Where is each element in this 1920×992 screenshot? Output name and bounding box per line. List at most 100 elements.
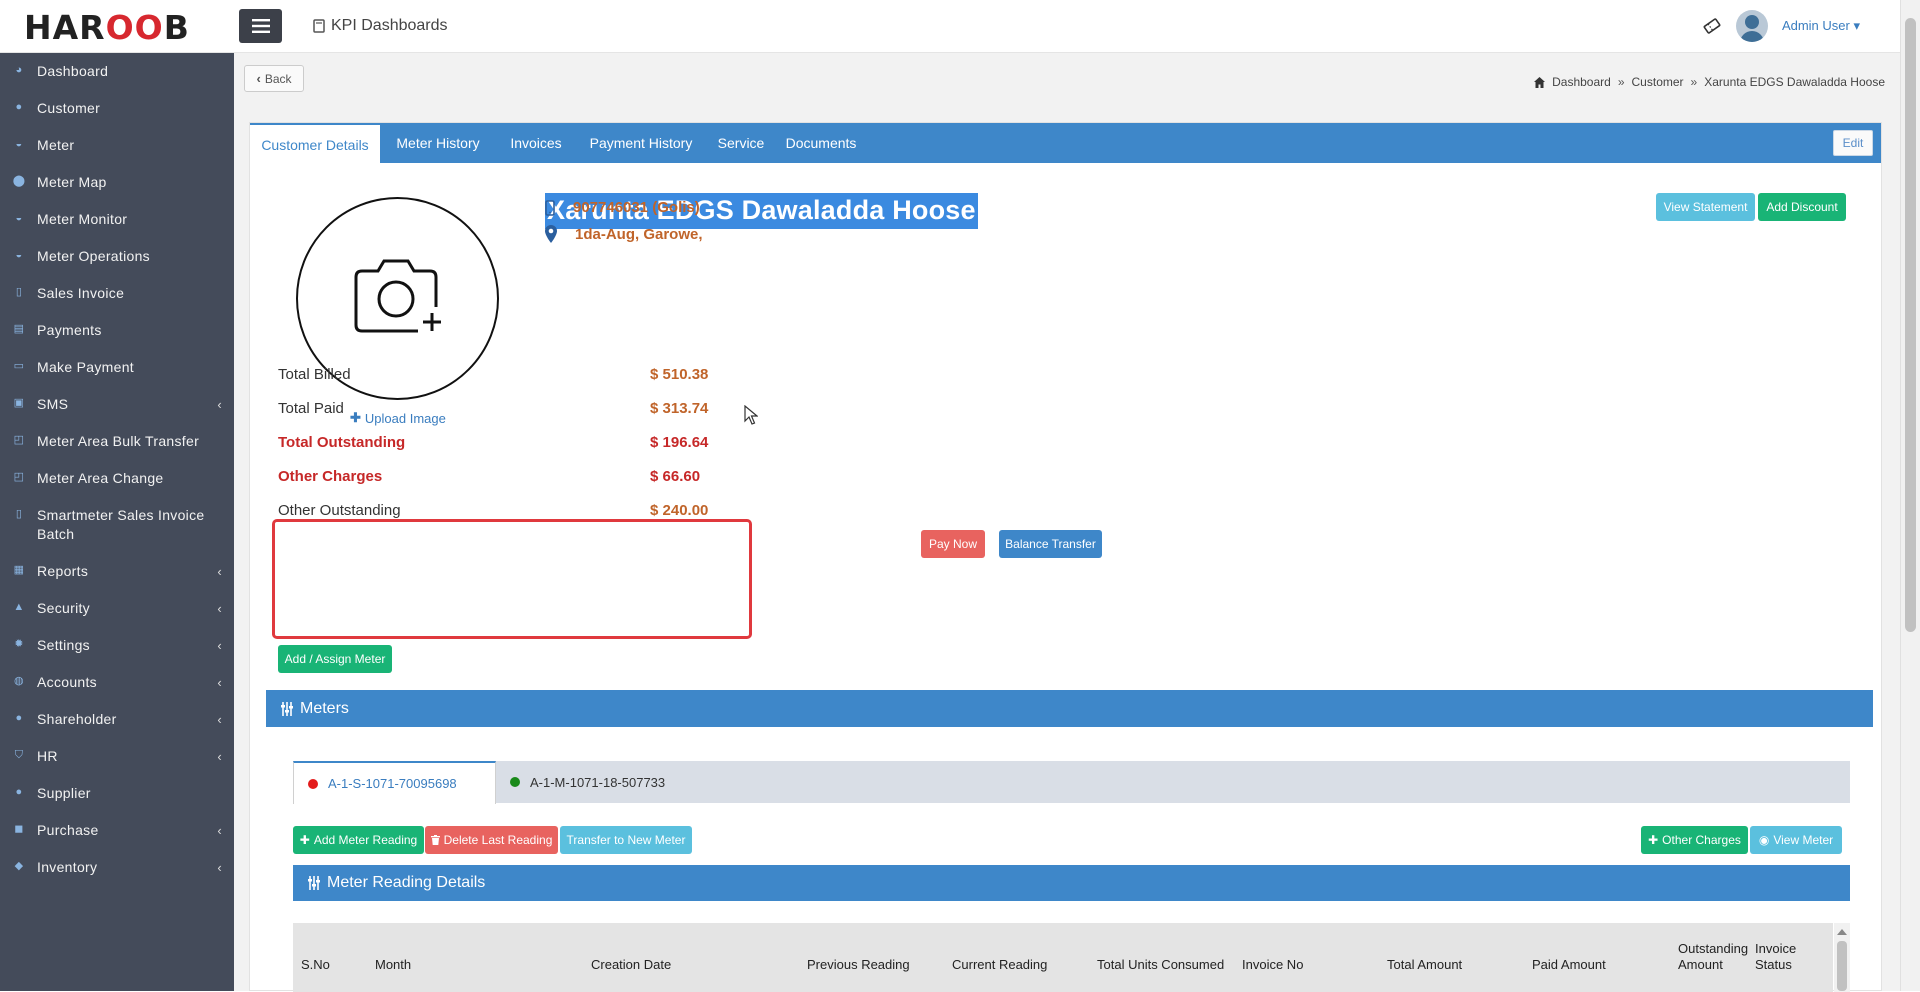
money-icon: ◍ bbox=[14, 675, 24, 687]
user-avatar[interactable] bbox=[1735, 10, 1768, 42]
brand-logo[interactable]: HAROOB bbox=[24, 8, 190, 47]
breadcrumb-current: Xarunta EDGS Dawaladda Hoose bbox=[1704, 75, 1885, 89]
sidebar-item-meter-monitor[interactable]: ◒ Meter Monitor bbox=[0, 201, 234, 238]
sidebar-item-label: Meter Map bbox=[37, 174, 107, 190]
summary-value: $ 196.64 bbox=[650, 433, 709, 451]
sidebar-item-meter-area-bulk-transfer[interactable]: ◰ Meter Area Bulk Transfer bbox=[0, 423, 234, 460]
sidebar: ◕ Dashboard ● Customer ◒ Meter ⬤ Meter Map ◒ Mete… bbox=[0, 53, 234, 991]
tab-invoices[interactable]: Invoices bbox=[496, 123, 576, 163]
chevron-left-icon: ‹ bbox=[256, 71, 261, 86]
tab-documents[interactable]: Documents bbox=[776, 123, 866, 163]
eye-icon: ◉ bbox=[1758, 833, 1770, 847]
sidebar-toggle-button[interactable] bbox=[239, 9, 282, 43]
sidebar-item-label: Settings bbox=[37, 637, 90, 653]
list-icon: ▤ bbox=[13, 323, 25, 335]
balance-transfer-button[interactable]: Balance Transfer bbox=[999, 530, 1102, 558]
sidebar-item-label: SMS bbox=[37, 396, 69, 412]
column-header[interactable]: Current Reading bbox=[952, 923, 1082, 981]
customer-address-row: 1da-Aug, Garowe, bbox=[545, 225, 703, 243]
column-header[interactable]: Month bbox=[375, 923, 565, 981]
breadcrumb-customer[interactable]: Customer bbox=[1632, 75, 1684, 89]
book-icon bbox=[313, 19, 325, 33]
sidebar-item-label: Customer bbox=[37, 100, 101, 116]
sidebar-item-smartmeter-sales-invoice-batch[interactable]: ▯ Smartmeter Sales Invoice Batch bbox=[0, 497, 234, 553]
chevron-left-icon: ‹ bbox=[217, 675, 222, 690]
sidebar-item-label: Meter Monitor bbox=[37, 211, 128, 227]
tab-meter-history[interactable]: Meter History bbox=[380, 123, 496, 163]
app-title[interactable]: KPI Dashboards bbox=[313, 17, 448, 35]
meter-tab-1[interactable]: A-1-S-1071-70095698 bbox=[293, 761, 496, 804]
map-pin-icon: ⬤ bbox=[12, 175, 26, 187]
tab-service[interactable]: Service bbox=[706, 123, 776, 163]
outstanding-highlight-box bbox=[272, 519, 752, 639]
other-charges-button[interactable]: ✚ Other Charges bbox=[1641, 826, 1748, 854]
sidebar-item-inventory[interactable]: ◆ Inventory ‹ bbox=[0, 849, 234, 886]
delete-last-reading-button[interactable]: Delete Last Reading bbox=[425, 826, 558, 854]
column-header[interactable]: Invoice No bbox=[1242, 923, 1362, 981]
add-meter-reading-button[interactable]: ✚ Add Meter Reading bbox=[293, 826, 424, 854]
dashboard-icon: ◕ bbox=[15, 64, 23, 76]
breadcrumb-home[interactable]: Dashboard bbox=[1552, 75, 1611, 89]
app-title-label: KPI Dashboards bbox=[331, 17, 448, 34]
sidebar-item-supplier[interactable]: ● Supplier bbox=[0, 775, 234, 812]
column-header[interactable]: Invoice Status bbox=[1755, 923, 1815, 981]
plus-icon: ✚ bbox=[1648, 833, 1659, 847]
column-header[interactable]: Creation Date bbox=[591, 923, 781, 981]
sidebar-item-security[interactable]: ▲ Security ‹ bbox=[0, 590, 234, 627]
meters-section-header: Meters bbox=[266, 690, 1873, 727]
page-scrollbar[interactable] bbox=[1900, 0, 1920, 991]
view-statement-button[interactable]: View Statement bbox=[1656, 193, 1755, 221]
chevron-left-icon: ‹ bbox=[217, 749, 222, 764]
tab-customer-details[interactable]: Customer Details bbox=[250, 123, 380, 164]
column-header[interactable]: Outstanding Amount bbox=[1678, 923, 1758, 981]
sidebar-item-reports[interactable]: ▦ Reports ‹ bbox=[0, 553, 234, 590]
column-header[interactable]: Paid Amount bbox=[1532, 923, 1652, 981]
customer-phone-row: 907746031 (Golis) bbox=[545, 199, 700, 216]
column-header[interactable]: S.No bbox=[301, 923, 361, 981]
meter-reading-details-header: Meter Reading Details bbox=[293, 865, 1850, 901]
sidebar-item-sales-invoice[interactable]: ▯ Sales Invoice bbox=[0, 275, 234, 312]
column-header[interactable]: Total Units Consumed bbox=[1097, 923, 1237, 981]
pay-now-button[interactable]: Pay Now bbox=[921, 530, 985, 558]
view-meter-button[interactable]: ◉ View Meter bbox=[1750, 826, 1842, 854]
sidebar-item-meter-map[interactable]: ⬤ Meter Map bbox=[0, 164, 234, 201]
sidebar-item-purchase[interactable]: ◼ Purchase ‹ bbox=[0, 812, 234, 849]
sidebar-item-settings[interactable]: ✹ Settings ‹ bbox=[0, 627, 234, 664]
gauge-icon: ◒ bbox=[15, 212, 23, 224]
meter-tab-2[interactable]: A-1-M-1071-18-507733 bbox=[496, 761, 696, 803]
ticket-icon[interactable] bbox=[1702, 16, 1722, 36]
sidebar-item-accounts[interactable]: ◍ Accounts ‹ bbox=[0, 664, 234, 701]
sidebar-item-meter-area-change[interactable]: ◰ Meter Area Change bbox=[0, 460, 234, 497]
status-dot-icon bbox=[308, 778, 318, 789]
sidebar-item-shareholder[interactable]: ● Shareholder ‹ bbox=[0, 701, 234, 738]
back-button[interactable]: ‹ Back bbox=[244, 65, 304, 92]
add-discount-button[interactable]: Add Discount bbox=[1758, 193, 1846, 221]
user-menu[interactable]: Admin User ▾ bbox=[1782, 18, 1860, 34]
sidebar-item-customer[interactable]: ● Customer bbox=[0, 90, 234, 127]
mouse-cursor-icon bbox=[744, 405, 758, 425]
sidebar-item-label: Meter bbox=[37, 137, 75, 153]
sidebar-item-label: Sales Invoice bbox=[37, 285, 125, 301]
table-scrollbar[interactable] bbox=[1834, 923, 1850, 992]
sidebar-item-dashboard[interactable]: ◕ Dashboard bbox=[0, 53, 234, 90]
gauge-icon: ◒ bbox=[15, 249, 23, 261]
summary-value: $ 66.60 bbox=[650, 467, 701, 485]
sidebar-item-label: Purchase bbox=[37, 822, 99, 838]
column-header[interactable]: Previous Reading bbox=[807, 923, 937, 981]
sms-icon: ▣ bbox=[13, 397, 25, 409]
add-assign-meter-button[interactable]: Add / Assign Meter bbox=[278, 645, 392, 673]
tab-payment-history[interactable]: Payment History bbox=[576, 123, 706, 163]
sidebar-item-meter-operations[interactable]: ◒ Meter Operations bbox=[0, 238, 234, 275]
sidebar-item-payments[interactable]: ▤ Payments bbox=[0, 312, 234, 349]
summary-value: $ 313.74 bbox=[650, 399, 709, 417]
column-header[interactable]: Total Amount bbox=[1387, 923, 1507, 981]
edit-button[interactable]: Edit bbox=[1833, 130, 1873, 156]
sidebar-item-meter[interactable]: ◒ Meter bbox=[0, 127, 234, 164]
chevron-left-icon: ‹ bbox=[217, 397, 222, 412]
sidebar-item-make-payment[interactable]: ▭ Make Payment bbox=[0, 349, 234, 386]
sidebar-item-hr[interactable]: ⛉ HR ‹ bbox=[0, 738, 234, 775]
gauge-icon: ◒ bbox=[15, 138, 23, 150]
sidebar-item-sms[interactable]: ▣ SMS ‹ bbox=[0, 386, 234, 423]
transfer-to-new-meter-button[interactable]: Transfer to New Meter bbox=[560, 826, 692, 854]
meter-reading-details-title: Meter Reading Details bbox=[327, 874, 486, 891]
